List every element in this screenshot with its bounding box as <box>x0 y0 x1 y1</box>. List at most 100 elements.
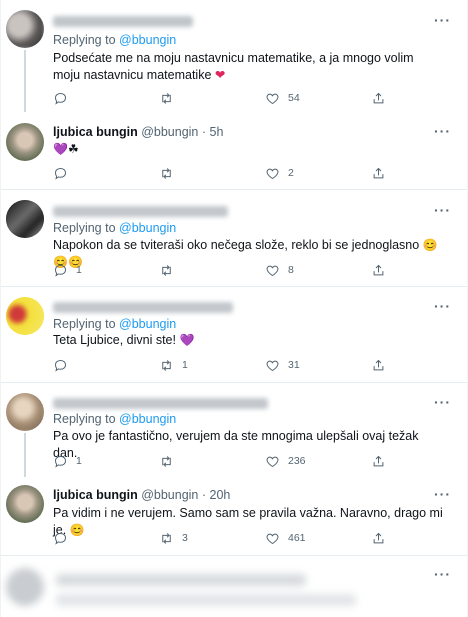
replying-to: Replying to @bbungin <box>53 411 176 427</box>
retweet-button[interactable]: 3 <box>159 530 188 546</box>
tweet-body: 💜☘ <box>53 142 79 156</box>
tweet[interactable]: ··· <box>1 556 467 617</box>
tweet-actions: 1 8 <box>53 262 386 278</box>
like-count: 31 <box>288 359 300 371</box>
tweet[interactable]: ljubica bungin @bbungin · 5h ··· 💜☘ 2 <box>1 117 467 190</box>
share-button[interactable] <box>371 530 386 546</box>
reply-icon <box>54 167 67 180</box>
replying-prefix: Replying to <box>53 33 116 47</box>
thread-line <box>24 433 26 477</box>
share-button[interactable] <box>371 165 386 181</box>
author-handle[interactable]: @bbungin <box>141 488 198 502</box>
reply-icon <box>54 455 67 468</box>
like-button[interactable]: 31 <box>265 357 300 373</box>
retweet-count: 3 <box>182 532 188 544</box>
share-button[interactable] <box>371 90 386 106</box>
retweet-button[interactable] <box>159 453 182 469</box>
avatar[interactable] <box>6 200 44 238</box>
mention-link[interactable]: @bbungin <box>119 221 176 235</box>
avatar[interactable] <box>6 393 44 431</box>
like-button[interactable]: 461 <box>265 530 306 546</box>
tweet[interactable]: ljubica bungin @bbungin · 20h ··· Pa vid… <box>1 479 467 556</box>
tweet-actions: 54 <box>53 90 386 106</box>
retweet-icon <box>162 455 171 467</box>
share-icon <box>373 455 384 466</box>
reply-count: 1 <box>76 264 82 276</box>
more-options-icon[interactable]: ··· <box>434 12 451 28</box>
reply-button[interactable] <box>53 165 76 181</box>
retweet-button[interactable]: 1 <box>159 357 188 373</box>
tweet-actions: 3 461 <box>53 530 386 546</box>
retweet-button[interactable] <box>159 262 182 278</box>
like-count: 461 <box>288 532 306 544</box>
heart-emoji: ❤ <box>214 68 226 82</box>
avatar[interactable] <box>6 123 44 161</box>
timestamp[interactable]: 5h <box>210 125 224 139</box>
separator-dot: · <box>201 488 207 502</box>
tweet-header <box>53 395 427 411</box>
like-button[interactable]: 8 <box>265 262 294 278</box>
tweet-text: 💜☘ <box>53 141 443 158</box>
more-options-icon[interactable]: ··· <box>434 298 451 314</box>
tweet-body: Napokon da se tviteraši oko nečega slože… <box>53 238 420 252</box>
author-name[interactable]: ljubica bungin <box>53 488 138 502</box>
mention-link[interactable]: @bbungin <box>119 33 176 47</box>
tweet[interactable]: ··· Replying to @bbungin Teta Ljubice, d… <box>1 287 467 383</box>
tweet-actions: 1 31 <box>53 357 386 373</box>
tweet-text: Podsećate me na moju nastavnicu matemati… <box>53 50 443 84</box>
tweet[interactable]: ··· Replying to @bbungin Napokon da se t… <box>1 190 467 287</box>
tweet-header <box>53 299 427 315</box>
purple-heart-emoji: 💜 <box>179 333 195 347</box>
share-button[interactable] <box>371 262 386 278</box>
reply-icon <box>54 532 67 545</box>
more-options-icon[interactable]: ··· <box>434 123 451 139</box>
reply-count: 1 <box>76 455 82 467</box>
share-icon <box>373 264 384 275</box>
tweet[interactable]: ··· Replying to @bbungin Podsećate me na… <box>1 0 467 117</box>
mention-link[interactable]: @bbungin <box>119 412 176 426</box>
blurred-author <box>53 302 233 314</box>
like-button[interactable]: 2 <box>265 165 294 181</box>
like-count: 54 <box>288 92 300 104</box>
reply-button[interactable] <box>53 357 76 373</box>
tweet-header: ljubica bungin @bbungin · 5h <box>53 124 427 140</box>
more-options-icon[interactable]: ··· <box>434 486 451 502</box>
share-icon <box>373 532 384 543</box>
tweet-actions: 1 236 <box>53 453 386 469</box>
more-options-icon[interactable]: ··· <box>434 566 451 582</box>
reply-button[interactable]: 1 <box>53 453 82 469</box>
share-button[interactable] <box>371 453 386 469</box>
retweet-icon <box>162 92 171 104</box>
retweet-icon <box>162 532 171 544</box>
reply-button[interactable] <box>53 90 76 106</box>
retweet-button[interactable] <box>159 165 182 181</box>
reply-icon <box>54 359 67 372</box>
replying-prefix: Replying to <box>53 221 116 235</box>
tweet[interactable]: ··· Replying to @bbungin Pa ovo je fanta… <box>1 383 467 479</box>
tweet-header <box>53 13 427 29</box>
retweet-icon <box>162 359 171 371</box>
retweet-button[interactable] <box>159 90 182 106</box>
avatar[interactable] <box>6 485 44 523</box>
replying-to: Replying to @bbungin <box>53 32 176 48</box>
reply-button[interactable]: 1 <box>53 262 82 278</box>
share-icon <box>373 92 384 103</box>
like-count: 2 <box>288 167 294 179</box>
tweet-body: Teta Ljubice, divni ste! <box>53 333 176 347</box>
reply-button[interactable] <box>53 530 76 546</box>
avatar[interactable] <box>6 297 44 335</box>
more-options-icon[interactable]: ··· <box>434 394 451 410</box>
avatar[interactable] <box>6 10 44 48</box>
author-handle[interactable]: @bbungin <box>141 125 198 139</box>
share-button[interactable] <box>371 357 386 373</box>
timeline: ··· Replying to @bbungin Podsećate me na… <box>0 0 468 617</box>
blurred-author <box>53 398 268 410</box>
timestamp[interactable]: 20h <box>210 488 231 502</box>
blurred-tweet-content <box>6 564 366 614</box>
like-button[interactable]: 54 <box>265 90 300 106</box>
more-options-icon[interactable]: ··· <box>434 202 451 218</box>
mention-link[interactable]: @bbungin <box>119 317 176 331</box>
author-name[interactable]: ljubica bungin <box>53 125 138 139</box>
like-button[interactable]: 236 <box>265 453 306 469</box>
heart-icon <box>266 456 279 467</box>
